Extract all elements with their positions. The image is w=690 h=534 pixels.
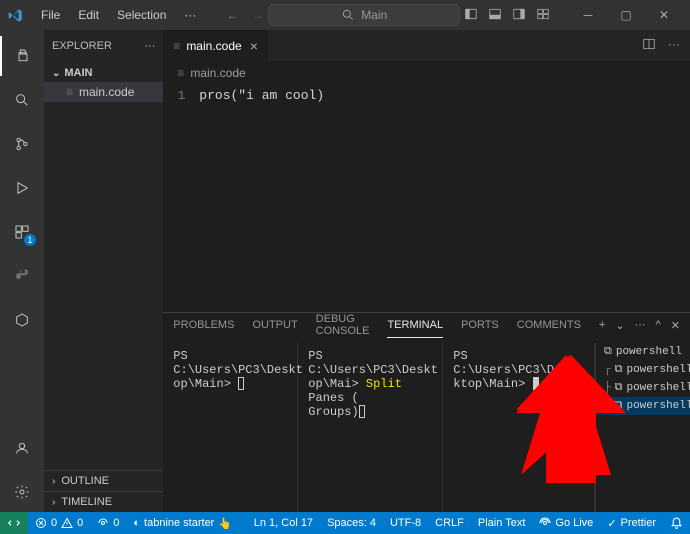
file-icon: ≡: [177, 66, 184, 80]
terminal-pane-2[interactable]: PS C:\Users\PC3\Deskt op\Mai> Split Pane…: [298, 343, 443, 512]
menu-file[interactable]: File: [33, 4, 68, 26]
status-encoding[interactable]: UTF-8: [383, 512, 428, 534]
panel-tab-debug-console[interactable]: DEBUG CONSOLE: [316, 313, 370, 343]
search-text: Main: [361, 8, 387, 22]
nav-arrows: ← →: [226, 8, 264, 22]
panel-tab-problems[interactable]: PROBLEMS: [173, 319, 234, 337]
file-icon: ≡: [173, 39, 180, 53]
editor-tabs: ≡ main.code × ···: [163, 30, 690, 62]
terminal-icon: ⧉: [604, 346, 612, 358]
check-icon: ✓: [607, 517, 616, 530]
panel-tab-output[interactable]: OUTPUT: [252, 319, 297, 337]
command-center[interactable]: Main: [268, 4, 460, 26]
terminal-pane-1[interactable]: PS C:\Users\PC3\Deskt op\Main>: [163, 343, 298, 512]
run-debug-icon[interactable]: [0, 168, 44, 208]
new-terminal-icon[interactable]: +: [599, 319, 605, 338]
status-bar: 0 0 0 ◐ tabnine starter 👆 Ln 1, Col 17 S…: [0, 512, 690, 534]
settings-gear-icon[interactable]: [0, 472, 44, 512]
terminal-pane-3[interactable]: PS C:\Users\PC3\Des ktop\Main>: [443, 343, 595, 512]
layout-toggle-2-icon[interactable]: [488, 7, 502, 24]
bottom-panel: PROBLEMS OUTPUT DEBUG CONSOLE TERMINAL P…: [163, 312, 690, 512]
nav-back-icon[interactable]: ←: [226, 8, 238, 22]
chevron-down-icon: ⌄: [52, 68, 60, 79]
maximize-icon[interactable]: ▢: [608, 1, 644, 29]
panel-more-icon[interactable]: ···: [635, 319, 646, 338]
menu-edit[interactable]: Edit: [70, 4, 107, 26]
hex-icon[interactable]: [0, 300, 44, 340]
terminal-list-item[interactable]: ⧉powershell: [596, 343, 690, 361]
sidebar-title: EXPLORER: [52, 40, 112, 52]
remote-indicator[interactable]: [0, 512, 28, 534]
sidebar-explorer: EXPLORER ··· ⌄ MAIN ≡ main.code › OUTLIN…: [44, 30, 163, 512]
status-golive[interactable]: Go Live: [532, 512, 600, 534]
terminal-list-item[interactable]: ├⧉powershell: [596, 379, 690, 397]
window-controls: ─ ▢ ✕: [570, 1, 682, 29]
breadcrumb[interactable]: ≡ main.code: [163, 62, 690, 84]
terminal-list-item[interactable]: └⧉powershell: [596, 397, 690, 415]
panel-tab-ports[interactable]: PORTS: [461, 319, 499, 337]
layout-toggle-1-icon[interactable]: [464, 7, 478, 24]
menu-selection[interactable]: Selection: [109, 4, 174, 26]
layout-toggle-3-icon[interactable]: [512, 7, 526, 24]
status-cursor[interactable]: Ln 1, Col 17: [247, 512, 320, 534]
hand-icon: 👆: [218, 517, 232, 530]
tab-more-icon[interactable]: ···: [668, 37, 680, 54]
terminal-icon: ⧉: [615, 382, 623, 394]
maximize-panel-icon[interactable]: ^: [656, 319, 661, 338]
nav-forward-icon[interactable]: →: [252, 8, 264, 22]
chevron-right-icon: ›: [52, 497, 55, 508]
outline-section[interactable]: › OUTLINE: [44, 470, 163, 491]
terminal-dropdown-icon[interactable]: ⌄: [615, 319, 624, 338]
layout-grid-icon[interactable]: [536, 7, 550, 24]
timeline-section[interactable]: › TIMELINE: [44, 491, 163, 512]
status-language[interactable]: Plain Text: [471, 512, 533, 534]
explorer-icon[interactable]: [0, 36, 44, 76]
minimize-icon[interactable]: ─: [570, 1, 606, 29]
terminal-icon: ⧉: [615, 400, 623, 412]
search-icon[interactable]: [0, 80, 44, 120]
code-editor[interactable]: 1 pros("i am cool): [163, 84, 690, 312]
python-icon[interactable]: [0, 256, 44, 296]
panel-tabs: PROBLEMS OUTPUT DEBUG CONSOLE TERMINAL P…: [163, 313, 690, 343]
tab-close-icon[interactable]: ×: [250, 38, 258, 54]
menu-more[interactable]: ···: [176, 4, 204, 26]
editor-group: ≡ main.code × ··· ≡ main.code 1 pros("i …: [163, 30, 690, 512]
terminal-list-item[interactable]: ┌⧉powershell: [596, 361, 690, 379]
status-notifications-icon[interactable]: [663, 512, 690, 534]
tab-main-code[interactable]: ≡ main.code ×: [163, 30, 269, 62]
sidebar-more-icon[interactable]: ···: [144, 40, 155, 52]
extensions-icon[interactable]: 1: [0, 212, 44, 252]
activity-bar: 1: [0, 30, 44, 512]
panel-tab-terminal[interactable]: TERMINAL: [387, 319, 443, 338]
status-eol[interactable]: CRLF: [428, 512, 471, 534]
code-line-1: pros("i am cool): [199, 88, 324, 103]
status-ports[interactable]: 0: [90, 512, 126, 534]
cursor-icon: [238, 377, 244, 390]
source-control-icon[interactable]: [0, 124, 44, 164]
panel-tab-comments[interactable]: COMMENTS: [517, 319, 581, 337]
terminal-list: ⧉powershell ┌⧉powershell ├⧉powershell └⧉…: [595, 343, 690, 512]
status-errors[interactable]: 0 0: [28, 512, 90, 534]
extensions-badge: 1: [24, 234, 36, 246]
split-editor-icon[interactable]: [642, 37, 656, 54]
tabnine-icon: ◐: [133, 517, 140, 529]
folder-section[interactable]: ⌄ MAIN: [44, 64, 163, 82]
file-icon: ≡: [66, 85, 73, 99]
terminal-icon: ⧉: [615, 364, 623, 376]
close-panel-icon[interactable]: ✕: [671, 319, 680, 338]
menu-bar: File Edit Selection ···: [33, 4, 204, 26]
chevron-right-icon: ›: [52, 476, 55, 487]
account-icon[interactable]: [0, 428, 44, 468]
status-tabnine[interactable]: ◐ tabnine starter 👆: [126, 512, 239, 534]
status-spaces[interactable]: Spaces: 4: [320, 512, 383, 534]
cursor-icon: [359, 405, 365, 418]
status-prettier[interactable]: ✓ Prettier: [600, 512, 663, 534]
close-icon[interactable]: ✕: [646, 1, 682, 29]
title-bar: File Edit Selection ··· ← → Main ─ ▢ ✕: [0, 0, 690, 30]
file-item-main[interactable]: ≡ main.code: [44, 82, 163, 102]
vscode-logo-icon: [8, 7, 23, 23]
line-number: 1: [163, 88, 199, 103]
cursor-icon: [533, 377, 539, 390]
